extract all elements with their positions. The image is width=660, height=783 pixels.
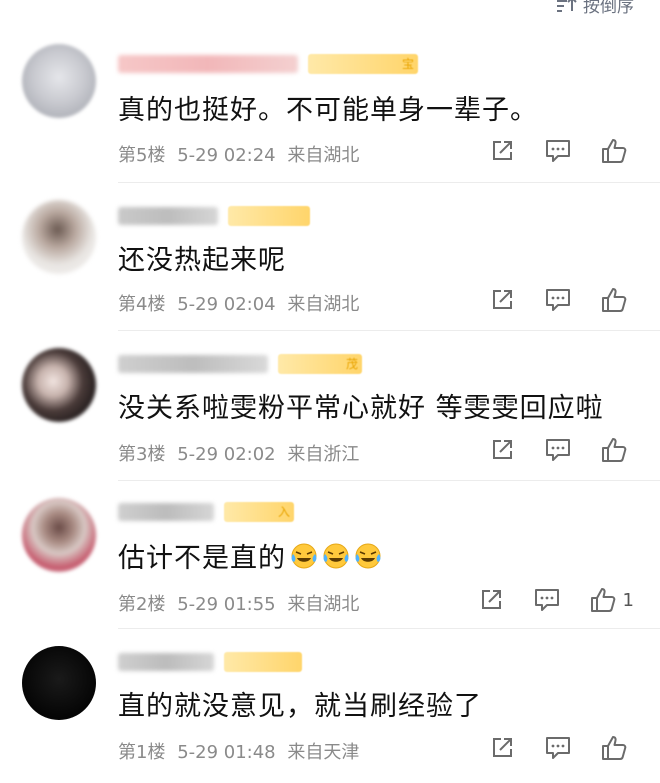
location: 来自湖北 [287, 594, 360, 615]
location: 来自浙江 [287, 444, 360, 465]
location: 来自天津 [287, 742, 360, 763]
like-count: 1 [622, 589, 634, 611]
thumbs-up-icon [602, 736, 627, 760]
laugh-cry-emoji-icon [355, 543, 381, 568]
share-icon [493, 290, 512, 309]
comment-meta: 第2楼 5-29 01:55 来自湖北 [118, 590, 365, 616]
thumbs-up-icon [590, 588, 615, 612]
user-row: 茂 [118, 352, 362, 376]
comment-icon [546, 439, 570, 461]
badge-text: 入 [277, 505, 290, 519]
user-row [118, 650, 302, 674]
share-button[interactable] [488, 436, 516, 464]
username[interactable] [118, 653, 214, 671]
fan-badge[interactable]: 入 [224, 502, 294, 522]
thumbs-up-icon [602, 438, 627, 462]
timestamp: 5-29 02:02 [177, 444, 276, 465]
comment-actions [488, 436, 634, 464]
badge-text: 茂 [345, 357, 358, 371]
comment-meta: 第4楼 5-29 02:04 来自湖北 [118, 290, 365, 316]
avatar[interactable] [22, 646, 96, 720]
comment-icon [546, 737, 570, 759]
location: 来自湖北 [287, 294, 360, 315]
comment-actions [488, 286, 634, 314]
comment-item: 入 估计不是直的 第2楼 5-29 01:55 来自湖北 1 [0, 480, 660, 628]
reply-button[interactable] [533, 586, 561, 614]
thumbs-up-icon [602, 288, 627, 312]
floor-number: 第3楼 [118, 444, 166, 465]
user-row: 入 [118, 500, 294, 524]
comment-icon [546, 289, 570, 311]
username[interactable] [118, 503, 214, 521]
comment-item: 宝 真的也挺好。不可能单身一辈子。 第5楼 5-29 02:24 来自湖北 [0, 0, 660, 182]
comment-item: 直的就没意见，就当刷经验了 第1楼 5-29 01:48 来自天津 [0, 628, 660, 783]
laugh-cry-emoji-icon [291, 543, 317, 568]
comment-text: 还没热起来呢 [118, 245, 286, 276]
like-button[interactable]: 1 [589, 586, 634, 614]
comment-item: 还没热起来呢 第4楼 5-29 02:04 来自湖北 [0, 182, 660, 330]
like-button[interactable] [600, 436, 634, 464]
like-button[interactable] [600, 286, 634, 314]
comment-text-body: 估计不是直的 [118, 543, 286, 574]
floor-number: 第2楼 [118, 594, 166, 615]
share-button[interactable] [488, 286, 516, 314]
comment-actions [488, 734, 634, 762]
share-icon [481, 590, 501, 609]
comment-icon [534, 589, 559, 611]
comment-meta: 第3楼 5-29 02:02 来自浙江 [118, 440, 365, 466]
username[interactable] [118, 55, 298, 73]
user-row [118, 204, 310, 228]
reply-button[interactable] [544, 436, 572, 464]
fan-badge[interactable] [224, 652, 302, 672]
reply-button[interactable] [544, 734, 572, 762]
comment-icon [546, 140, 570, 162]
share-button[interactable] [488, 734, 516, 762]
floor-number: 第1楼 [118, 742, 166, 763]
timestamp: 5-29 02:24 [177, 145, 276, 166]
comment-actions: 1 [477, 586, 634, 614]
comment-text: 真的也挺好。不可能单身一辈子。 [118, 95, 538, 126]
share-icon [493, 141, 512, 160]
comment-item: 茂 没关系啦雯粉平常心就好 等雯雯回应啦 第3楼 5-29 02:02 来自浙江 [0, 330, 660, 480]
badge-text: 宝 [401, 57, 414, 71]
share-icon [493, 440, 512, 459]
avatar[interactable] [22, 498, 96, 572]
floor-number: 第5楼 [118, 145, 166, 166]
comment-actions [488, 137, 634, 165]
username[interactable] [118, 207, 218, 225]
comment-meta: 第1楼 5-29 01:48 来自天津 [118, 738, 365, 764]
like-button[interactable] [600, 137, 634, 165]
like-button[interactable] [600, 734, 634, 762]
avatar[interactable] [22, 44, 96, 118]
reply-button[interactable] [544, 286, 572, 314]
comment-text: 没关系啦雯粉平常心就好 等雯雯回应啦 [118, 393, 604, 424]
timestamp: 5-29 01:48 [177, 742, 276, 763]
reply-button[interactable] [544, 137, 572, 165]
floor-number: 第4楼 [118, 294, 166, 315]
comment-text: 估计不是直的 [118, 536, 382, 575]
username[interactable] [118, 355, 268, 373]
laugh-cry-emoji-icon [323, 543, 349, 568]
fan-badge[interactable]: 宝 [308, 54, 418, 74]
fan-badge[interactable] [228, 206, 310, 226]
avatar[interactable] [22, 200, 96, 274]
comment-meta: 第5楼 5-29 02:24 来自湖北 [118, 141, 365, 167]
location: 来自湖北 [287, 145, 360, 166]
share-icon [493, 738, 512, 757]
timestamp: 5-29 01:55 [177, 594, 276, 615]
thumbs-up-icon [602, 139, 627, 163]
avatar[interactable] [22, 348, 96, 422]
share-button[interactable] [488, 137, 516, 165]
share-button[interactable] [477, 586, 505, 614]
fan-badge[interactable]: 茂 [278, 354, 362, 374]
user-row: 宝 [118, 52, 418, 76]
timestamp: 5-29 02:04 [177, 294, 276, 315]
comment-text: 直的就没意见，就当刷经验了 [118, 691, 482, 722]
